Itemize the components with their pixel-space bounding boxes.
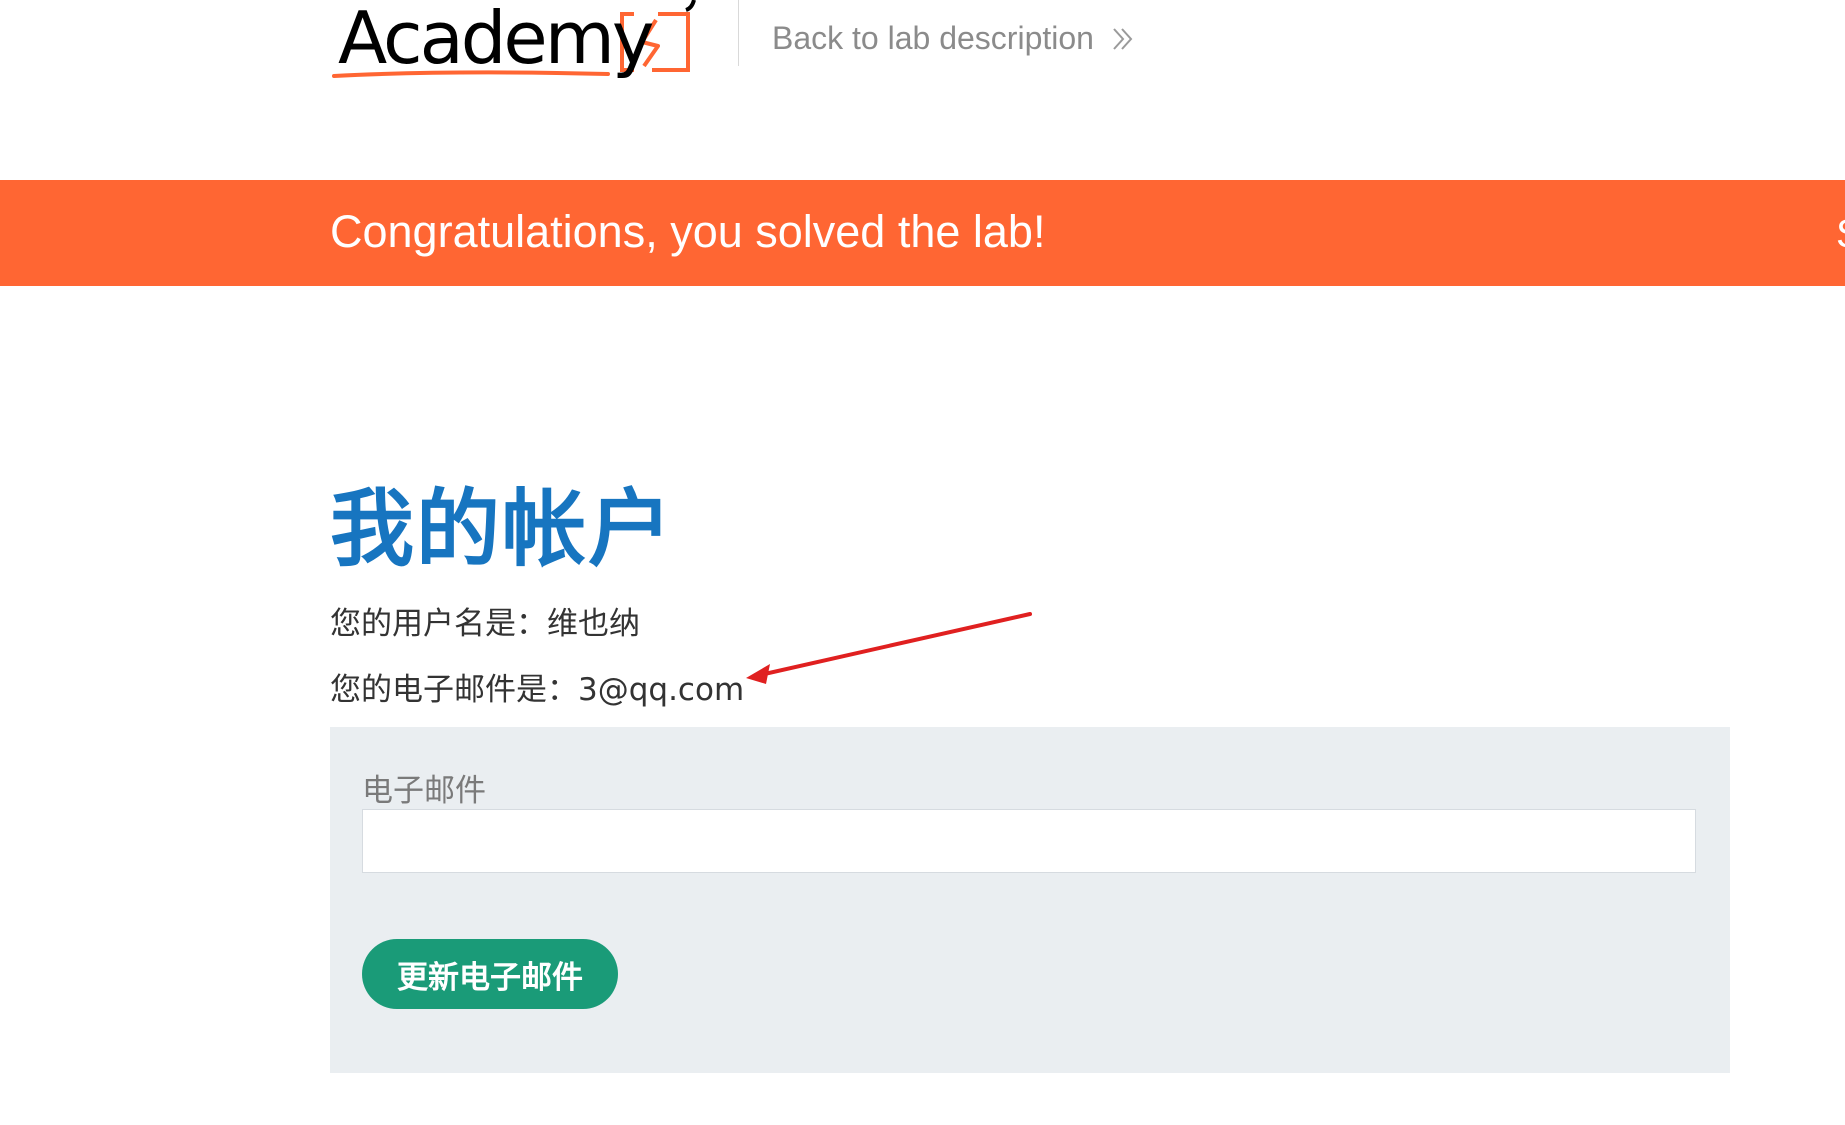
email-line: 您的电子邮件是：3@qq.com	[330, 672, 745, 708]
email-field[interactable]	[362, 809, 1696, 873]
academy-logo[interactable]: Academy	[330, 0, 720, 90]
change-email-form: 电子邮件 更新电子邮件	[330, 727, 1730, 1073]
banner-cut-text: S	[1836, 212, 1845, 257]
update-email-button[interactable]: 更新电子邮件	[362, 939, 618, 1009]
back-link-label: Back to lab description	[772, 20, 1094, 56]
username-line: 您的用户名是：维也纳	[330, 606, 640, 642]
header-divider	[738, 0, 739, 66]
email-field-label: 电子邮件	[362, 773, 486, 809]
double-chevron-right-icon	[1113, 27, 1133, 50]
page: Academy Back to lab description Congratu…	[0, 0, 1845, 1125]
page-title: 我的帐户	[330, 480, 675, 578]
lab-solved-banner: Congratulations, you solved the lab! S	[0, 180, 1845, 286]
header: Academy Back to lab description	[0, 0, 1845, 180]
banner-message: Congratulations, you solved the lab!	[330, 206, 1046, 257]
logo-text: Academy	[338, 0, 654, 80]
back-to-lab-link[interactable]: Back to lab description	[772, 20, 1136, 57]
